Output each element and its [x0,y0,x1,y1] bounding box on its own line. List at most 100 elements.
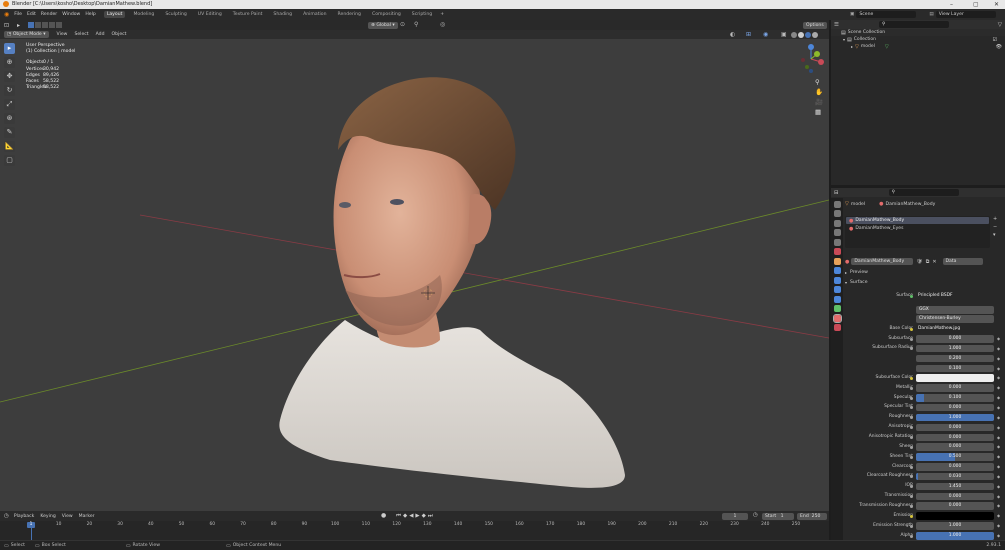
transform-tool-icon[interactable]: ⊛ [4,113,15,124]
pan-hand-icon[interactable]: ✋ [815,88,823,96]
unlink-material-icon[interactable]: ✕ [932,259,936,265]
scene-selector[interactable]: Scene [856,11,917,18]
tab-compositing[interactable]: Compositing [369,11,404,18]
property-field[interactable] [916,512,994,520]
keyframe-dot-icon[interactable]: ◆ [997,454,1000,459]
keyframe-dot-icon[interactable]: ◆ [997,464,1000,469]
list-item[interactable]: ● DamianMathew_Eyes [846,225,989,232]
socket-dot-icon[interactable] [910,455,913,459]
checkbox-icon[interactable]: ☑ [993,37,997,43]
current-frame-field[interactable]: 1 [722,512,748,520]
view-layer-tab-icon[interactable] [833,229,841,236]
close-icon[interactable]: ✕ [994,0,999,9]
tab-texture-paint[interactable]: Texture Paint [230,11,266,18]
sss-method-dropdown[interactable]: Christensen-Burley [916,315,994,323]
socket-dot-icon[interactable] [910,337,913,341]
menu-view[interactable]: View [62,514,73,519]
menu-keying[interactable]: Keying [40,514,55,519]
preview-range-icon[interactable]: ◷ [753,512,758,518]
keyframe-dot-icon[interactable]: ◆ [997,523,1000,528]
keyframe-dot-icon[interactable]: ◆ [997,356,1000,361]
editor-type-icon[interactable]: ⊡ [4,22,9,29]
outliner-editor-icon[interactable]: ☰ [834,22,839,28]
data-tab-icon[interactable] [833,305,841,312]
property-field[interactable]: 1.000 [916,522,994,530]
keyframe-dot-icon[interactable]: ◆ [997,405,1000,410]
menu-window[interactable]: Window [62,12,80,17]
keyframe-dot-icon[interactable]: ◆ [997,435,1000,440]
socket-dot-icon[interactable] [910,465,913,469]
output-tab-icon[interactable] [833,219,841,227]
tab-sculpting[interactable]: Sculpting [162,11,189,18]
distribution-dropdown[interactable]: GGX [916,306,994,314]
property-field[interactable]: 0.000 [916,423,994,432]
transform-orientation-dropdown[interactable]: ⊕ Global ▾ [368,21,398,29]
tab-scripting[interactable]: Scripting [409,11,435,18]
properties-editor-icon[interactable]: ⊟ [834,190,839,196]
proportional-icon[interactable]: ◎ [440,21,445,28]
view-object-types-icon[interactable]: ◐ [730,31,735,38]
socket-dot-icon[interactable] [910,386,913,390]
menu-file[interactable]: File [14,12,22,17]
pivot-icon[interactable]: ⊙ [400,21,405,28]
expand-arrow-icon[interactable]: ▾ [843,37,845,42]
keyframe-dot-icon[interactable]: ◆ [997,494,1000,499]
ortho-toggle-icon[interactable]: ▦ [815,108,823,116]
list-item[interactable]: ● DamianMathew_Body [846,217,989,224]
3d-viewport[interactable]: ⊡ ▸ ⊕ Global ▾ ⊙ ⚲ ◎ Options ◳ Object Mo… [0,20,829,511]
keyframe-dot-icon[interactable]: ◆ [997,346,1000,351]
material-tab-icon[interactable] [832,313,842,323]
menu-render[interactable]: Render [41,12,57,17]
property-field[interactable]: 0.000 [916,463,994,471]
scale-tool-icon[interactable]: ⤢ [4,99,15,110]
shading-mode-icons[interactable] [791,31,818,38]
remove-slot-icon[interactable]: − [993,224,997,230]
timeline-editor-icon[interactable]: ◷ [4,513,9,519]
image-texture-socket-icon[interactable] [910,327,913,331]
tool-tab-icon[interactable] [833,200,841,208]
object-mode-dropdown[interactable]: ◳ Object Mode ▾ [4,31,49,38]
measure-tool-icon[interactable]: 📐 [4,141,15,152]
outliner-row-scene-collection[interactable]: ▤ Scene Collection [831,29,1005,36]
select-mode-icons[interactable] [28,22,63,28]
keyframe-dot-icon[interactable]: ◆ [997,336,1000,341]
viewport-scene[interactable] [0,20,829,511]
tab-animation[interactable]: Animation [300,11,329,18]
material-name-field[interactable]: DamianMathew_Body [851,258,914,265]
outliner-row-collection[interactable]: ▾ ▤ Collection ☑ [831,36,1005,43]
surface-panel-header[interactable]: ▾ Surface [845,280,868,285]
socket-dot-icon[interactable] [910,514,913,518]
render-tab-icon[interactable] [833,210,841,217]
link-data-dropdown[interactable]: Data [942,258,983,265]
keyframe-dot-icon[interactable]: ◆ [997,415,1000,420]
modifier-tab-icon[interactable] [833,267,841,274]
select-box-tool-icon[interactable]: ▸ [4,43,15,54]
object-tab-icon[interactable] [833,257,841,265]
menu-help[interactable]: Help [85,12,95,17]
add-cube-tool-icon[interactable]: ▢ [4,155,15,166]
overlays-icon[interactable]: ◉ [763,31,768,38]
view-layer-selector[interactable]: View Layer [935,11,996,18]
gizmo-toggle-icon[interactable]: ⊞ [746,31,751,38]
maximize-icon[interactable]: ▢ [973,0,979,9]
base-color-field[interactable]: DamianMathew.jpg [916,325,994,333]
minimize-icon[interactable]: – [950,0,953,9]
end-frame-field[interactable]: End 250 [797,512,827,520]
blender-menu-icon[interactable]: ◉ [4,11,9,18]
socket-dot-icon[interactable] [910,376,913,380]
keyframe-dot-icon[interactable]: ◆ [997,484,1000,489]
world-tab-icon[interactable] [833,248,841,255]
menu-object[interactable]: Object [112,32,127,37]
property-field[interactable]: 1.000 [916,532,994,540]
select-tool-mode-icon[interactable]: ▸ [17,22,20,29]
socket-dot-icon[interactable] [910,445,913,449]
start-frame-field[interactable]: Start 1 [762,512,794,520]
record-button[interactable]: ● [381,512,386,519]
cursor-tool-icon[interactable]: ⊕ [4,57,15,68]
keyframe-dot-icon[interactable]: ◆ [997,513,1000,518]
menu-edit[interactable]: Edit [27,12,36,17]
next-key-icon[interactable]: ◆ [422,513,426,519]
property-field[interactable]: 0.200 [916,354,994,363]
navigation-gizmo[interactable] [795,42,829,76]
keyframe-dot-icon[interactable]: ◆ [997,395,1000,400]
